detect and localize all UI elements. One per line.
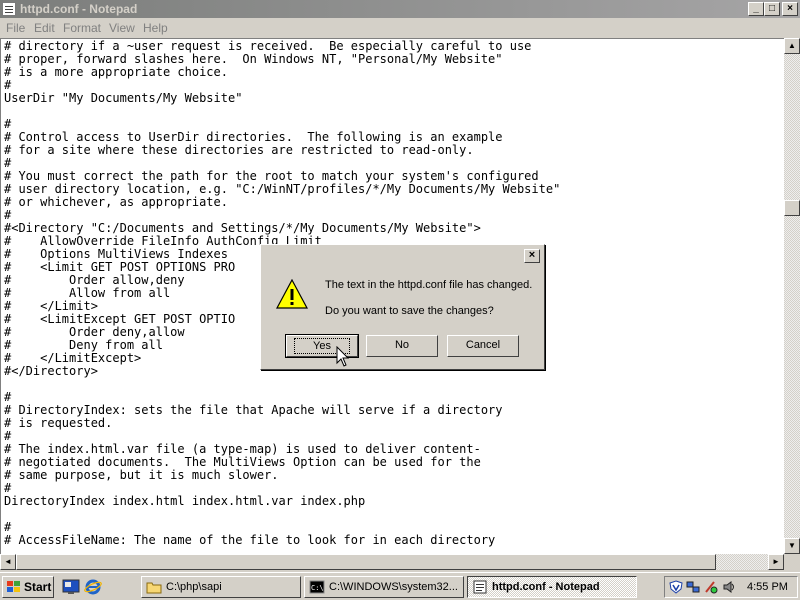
task-php-sapi[interactable]: C:\php\sapi xyxy=(141,576,301,598)
menu-edit[interactable]: Edit xyxy=(34,21,55,35)
command-prompt-icon: C:\ xyxy=(309,580,325,594)
task-notepad[interactable]: httpd.conf - Notepad xyxy=(467,576,637,598)
window-title: httpd.conf - Notepad xyxy=(20,2,138,16)
scroll-right-button[interactable]: ► xyxy=(768,554,784,570)
volume-icon[interactable] xyxy=(722,580,736,594)
title-bar[interactable]: httpd.conf - Notepad _ □ × xyxy=(0,0,800,18)
cancel-button[interactable]: Cancel xyxy=(447,335,519,357)
start-button[interactable]: Start xyxy=(2,576,54,598)
menu-bar: File Edit Format View Help xyxy=(0,18,800,38)
dialog-question: Do you want to save the changes? xyxy=(325,305,494,317)
dialog-close-button[interactable]: × xyxy=(524,249,540,263)
svg-text:C:\: C:\ xyxy=(311,584,324,592)
warning-icon xyxy=(276,279,308,309)
task-label: C:\php\sapi xyxy=(166,581,222,593)
horizontal-scrollbar[interactable]: ◄ ► xyxy=(0,554,784,570)
vertical-scrollbar[interactable]: ▲ ▼ xyxy=(784,38,800,554)
no-button[interactable]: No xyxy=(366,335,438,357)
task-label: httpd.conf - Notepad xyxy=(492,581,600,593)
notepad-icon[interactable] xyxy=(2,2,16,16)
menu-view[interactable]: View xyxy=(109,21,135,35)
task-command-prompt[interactable]: C:\ C:\WINDOWS\system32... xyxy=(304,576,464,598)
scroll-down-button[interactable]: ▼ xyxy=(784,538,800,554)
minimize-button[interactable]: _ xyxy=(748,2,764,16)
show-desktop-icon[interactable] xyxy=(62,578,80,596)
clock: 4:55 PM xyxy=(747,581,788,593)
apache-monitor-icon[interactable] xyxy=(704,580,718,594)
notepad-icon xyxy=(473,580,487,594)
scroll-left-button[interactable]: ◄ xyxy=(0,554,16,570)
menu-help[interactable]: Help xyxy=(143,21,168,35)
internet-explorer-icon[interactable] xyxy=(84,578,102,596)
network-icon[interactable] xyxy=(686,580,700,594)
horizontal-scroll-thumb[interactable] xyxy=(16,554,716,570)
mouse-pointer-icon xyxy=(336,346,350,367)
close-button[interactable]: × xyxy=(782,2,798,16)
menu-format[interactable]: Format xyxy=(63,21,101,35)
folder-icon xyxy=(146,582,162,594)
scroll-up-button[interactable]: ▲ xyxy=(784,38,800,54)
taskbar: Start C:\php\sapi C:\ C:\WINDOWS\system3… xyxy=(0,572,800,600)
maximize-button[interactable]: □ xyxy=(764,2,780,16)
system-tray: 4:55 PM xyxy=(664,576,798,598)
vertical-scroll-thumb[interactable] xyxy=(784,200,800,216)
menu-file[interactable]: File xyxy=(6,21,25,35)
task-label: C:\WINDOWS\system32... xyxy=(329,581,458,593)
dialog-message: The text in the httpd.conf file has chan… xyxy=(325,279,533,291)
start-label: Start xyxy=(24,580,52,594)
scrollbar-corner xyxy=(784,554,800,570)
antivirus-shield-icon[interactable] xyxy=(669,580,683,594)
save-changes-dialog: × The text in the httpd.conf file has ch… xyxy=(260,244,545,370)
windows-logo-icon xyxy=(7,581,20,592)
